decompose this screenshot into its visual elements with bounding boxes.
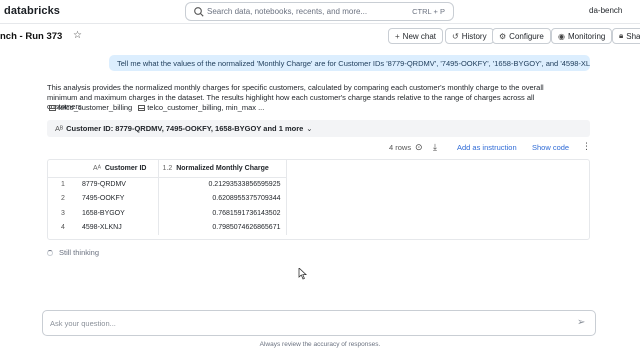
user-menu[interactable]: da-bench	[589, 6, 622, 15]
row-index: 4	[61, 224, 65, 232]
index-header	[48, 160, 78, 178]
thinking-indicator: Still thinking	[47, 248, 99, 257]
referenced-tables: telco_customer_billing telco_customer_bi…	[49, 103, 264, 112]
table-chip[interactable]: telco_customer_billing	[49, 103, 132, 112]
row-index: 2	[61, 195, 65, 203]
normalized-charge-cell: 0.7985074626865671	[158, 220, 287, 235]
column-type-icon: Aᴮ	[55, 124, 64, 133]
search-icon	[194, 7, 204, 17]
mouse-cursor-icon	[298, 268, 308, 280]
configure-button[interactable]: ⚙ Configure	[492, 28, 551, 44]
row-index: 3	[61, 209, 65, 217]
visualize-icon[interactable]: ⊙	[415, 142, 423, 153]
normalized-charge-cell: 0.7681591736143502	[158, 206, 287, 221]
user-question-bubble: Tell me what the values of the normalize…	[109, 55, 590, 71]
normalized-charge-cell: 0.21293533856595925	[158, 177, 287, 192]
normalized-charge-cell: 0.6208955375709344	[158, 191, 287, 206]
customer-id-cell: 7495-OOKFY	[78, 191, 159, 206]
customer-id-cell: 8779-QRDMV	[78, 177, 159, 192]
filter-label: Customer ID: 8779-QRDMV, 7495-OOKFY, 165…	[66, 124, 304, 133]
table-row: 2 7495-OOKFY 0.6208955375709344	[48, 191, 287, 206]
gear-icon: ⚙	[499, 31, 507, 41]
plus-icon: +	[395, 31, 400, 41]
chevron-down-icon: ⌄	[306, 124, 313, 133]
history-button[interactable]: ↺ History	[445, 28, 494, 44]
monitoring-button[interactable]: ◉ Monitoring	[551, 28, 613, 44]
add-as-instruction-link[interactable]: Add as instruction	[457, 143, 517, 152]
results-table: Aᴬ Customer ID 1.2 Normalized Monthly Ch…	[47, 159, 590, 240]
eye-icon: ◉	[558, 31, 565, 41]
star-icon[interactable]: ☆	[73, 30, 82, 41]
spinner-icon	[47, 249, 53, 256]
top-bar: databricks Search data, notebooks, recen…	[0, 0, 640, 24]
table-chip[interactable]: telco_customer_billing, min_max ...	[138, 103, 264, 112]
table-header-row: Aᴬ Customer ID 1.2 Normalized Monthly Ch…	[48, 160, 287, 178]
table-row: 3 1658-BYGOY 0.7681591736143502	[48, 206, 287, 221]
lock-icon: 🔒︎	[619, 31, 624, 40]
column-header-normalized-monthly-charge[interactable]: 1.2 Normalized Monthly Charge	[158, 160, 287, 178]
row-index: 1	[61, 181, 65, 188]
question-input[interactable]: Ask your question... ➢	[42, 310, 596, 336]
accuracy-disclaimer: Always review the accuracy of responses.	[259, 341, 381, 348]
customer-id-cell: 1658-BYGOY	[78, 206, 159, 221]
customer-id-cell: 4598-XLKNJ	[78, 220, 159, 235]
table-row: 4 4598-XLKNJ 0.7985074626865671	[48, 220, 287, 235]
download-icon[interactable]: ⤓	[433, 142, 437, 153]
share-button[interactable]: 🔒︎ Sha	[612, 28, 640, 44]
databricks-logo[interactable]: databricks	[4, 5, 60, 17]
history-icon: ↺	[452, 31, 459, 41]
filter-bar[interactable]: Aᴮ Customer ID: 8779-QRDMV, 7495-OOKFY, …	[47, 120, 590, 137]
page-title: nch - Run 373	[0, 31, 63, 42]
table-icon	[138, 104, 146, 111]
question-input-placeholder: Ask your question...	[50, 319, 116, 328]
table-row: 1 8779-QRDMV 0.21293533856595925	[48, 177, 287, 192]
column-header-customer-id[interactable]: Aᴬ Customer ID	[78, 160, 159, 178]
new-chat-button[interactable]: + New chat	[388, 28, 444, 44]
table-icon	[49, 104, 56, 111]
space-header: nch - Run 373 ☆ + New chat ↺ History ⚙ C…	[0, 28, 640, 46]
row-count: 4 rows	[389, 143, 412, 152]
search-shortcut: CTRL + P	[412, 7, 445, 16]
global-search[interactable]: Search data, notebooks, recents, and mor…	[185, 2, 454, 21]
show-code-link[interactable]: Show code	[532, 143, 569, 152]
search-placeholder: Search data, notebooks, recents, and mor…	[207, 7, 368, 16]
send-icon[interactable]: ➢	[577, 317, 585, 328]
more-options-icon[interactable]: ⋮	[582, 141, 591, 152]
